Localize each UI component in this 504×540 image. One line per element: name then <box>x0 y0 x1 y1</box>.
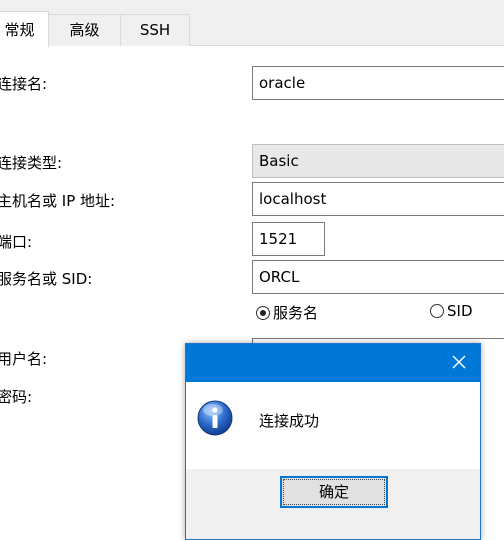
service-input[interactable]: ORCL <box>252 260 504 294</box>
tab-bar: 常规 高级 SSH <box>0 0 504 47</box>
service-label: 服务名或 SID: <box>0 270 93 288</box>
dialog-message: 连接成功 <box>259 412 320 430</box>
radio-service-name[interactable]: 服务名 <box>256 302 318 323</box>
username-label: 用户名: <box>0 350 48 368</box>
radio-sid[interactable]: SID <box>430 302 473 320</box>
connection-success-dialog: 连接成功 确定 <box>185 343 481 540</box>
ok-button[interactable]: 确定 <box>280 476 388 508</box>
connection-name-input[interactable]: oracle <box>252 66 504 100</box>
port-input[interactable]: 1521 <box>252 222 325 256</box>
dialog-body: 连接成功 <box>186 382 480 469</box>
tab-advanced[interactable]: 高级 <box>48 14 121 46</box>
radio-sid-label: SID <box>447 302 473 320</box>
info-icon <box>197 400 233 436</box>
connection-type-select[interactable]: Basic <box>252 144 504 178</box>
connection-type-label: 连接类型: <box>0 154 63 172</box>
connection-name-label: 连接名: <box>0 75 48 93</box>
port-label: 端口: <box>0 233 33 251</box>
host-input[interactable]: localhost <box>252 182 504 216</box>
dialog-title-bar <box>186 344 480 382</box>
radio-unselected-icon <box>430 304 444 318</box>
close-icon[interactable] <box>451 354 467 370</box>
tab-ssh[interactable]: SSH <box>120 14 190 46</box>
host-label: 主机名或 IP 地址: <box>0 192 116 210</box>
tab-general[interactable]: 常规 <box>0 11 49 47</box>
password-label: 密码: <box>0 388 33 406</box>
radio-selected-icon <box>256 305 270 320</box>
radio-service-name-label: 服务名 <box>273 304 319 322</box>
